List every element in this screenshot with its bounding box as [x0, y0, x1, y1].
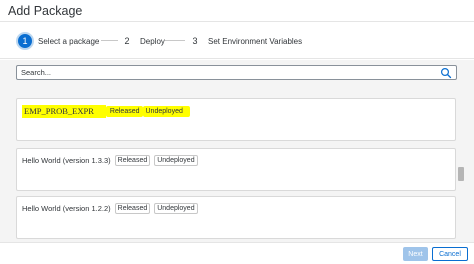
wizard-step-2[interactable]: 2 Deploy [118, 32, 165, 50]
package-item-emp-prob-expr[interactable]: EMP_PROB_EXPR Released Undeployed [16, 98, 456, 141]
wizard-step-1[interactable]: 1 Select a package [16, 32, 99, 50]
step-number-3: 3 [186, 32, 204, 50]
package-name: Hello World (version 1.3.3) [22, 156, 111, 165]
deployment-status-badge: Undeployed [154, 155, 198, 166]
wizard-progress-bar: 1 Select a package 2 Deploy 3 Set Enviro… [0, 23, 474, 59]
scrollbar-thumb[interactable] [458, 167, 464, 181]
package-list-area: EMP_PROB_EXPR Released Undeployed Hello … [0, 60, 474, 242]
search-icon[interactable] [440, 67, 452, 79]
search-input[interactable] [21, 67, 431, 78]
package-item-hello-world-1-3-3[interactable]: Hello World (version 1.3.3) Released Und… [16, 148, 456, 191]
step-separator [165, 40, 185, 41]
dialog-title: Add Package [8, 4, 83, 18]
wizard-step-3[interactable]: 3 Set Environment Variables [186, 32, 302, 50]
cancel-button[interactable]: Cancel [432, 247, 468, 261]
deployment-status-badge: Undeployed [142, 106, 190, 117]
step-label-2: Deploy [140, 36, 165, 46]
step-separator [101, 40, 118, 41]
package-name: EMP_PROB_EXPR [22, 105, 106, 118]
step-number-1: 1 [16, 32, 34, 50]
search-field[interactable] [16, 65, 457, 80]
release-status-badge: Released [114, 203, 151, 214]
step-number-2: 2 [118, 32, 136, 50]
step-label-3: Set Environment Variables [208, 36, 303, 46]
package-name: Hello World (version 1.2.2) [22, 204, 111, 213]
package-item-hello-world-1-2-2[interactable]: Hello World (version 1.2.2) Released Und… [16, 196, 456, 239]
step-label-1: Select a package [38, 36, 100, 46]
next-button[interactable]: Next [403, 247, 428, 261]
release-status-badge: Released [114, 155, 151, 166]
dialog-footer: Next Cancel [0, 242, 474, 264]
dialog-header: Add Package [0, 0, 474, 22]
deployment-status-badge: Undeployed [154, 203, 198, 214]
scrollbar[interactable] [458, 155, 464, 242]
release-status-badge: Released [105, 106, 143, 117]
